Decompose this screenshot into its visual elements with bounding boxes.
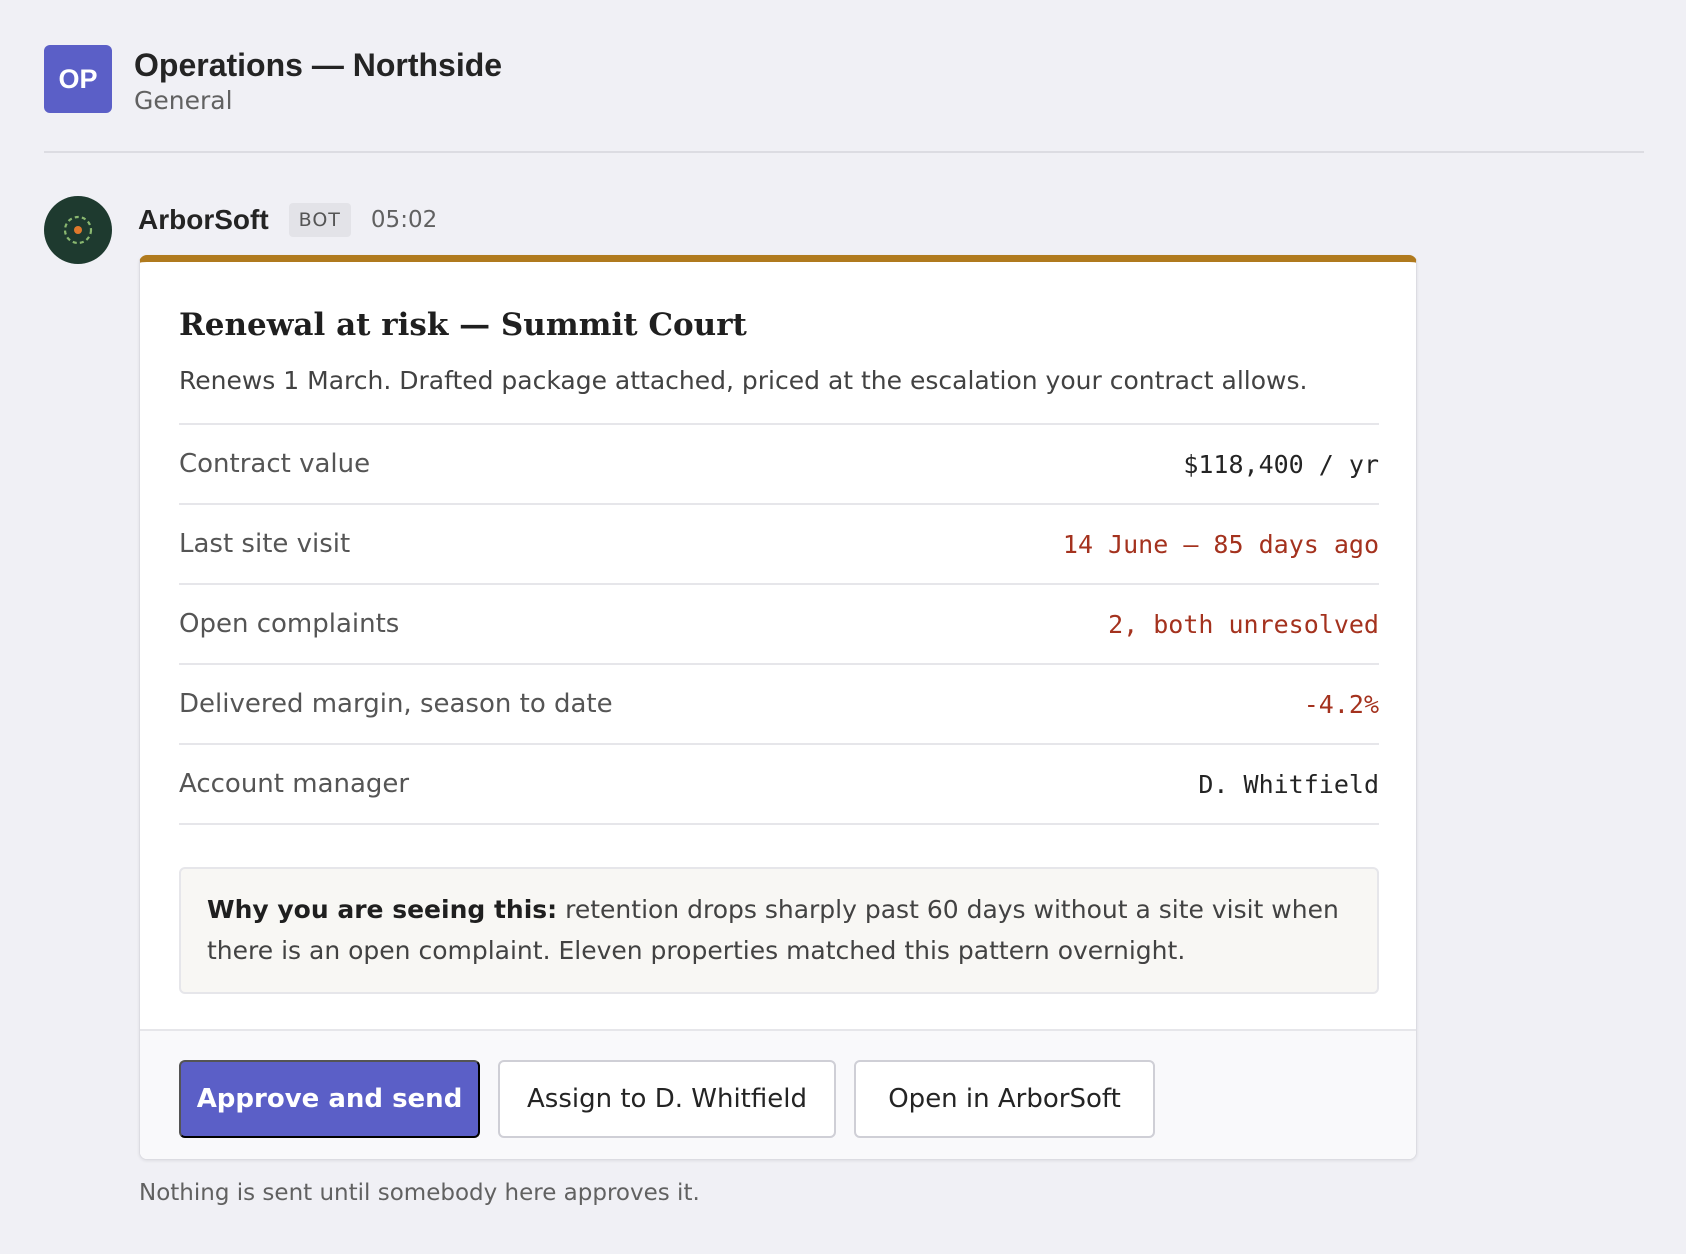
fact-row-account-manager: Account manager D. Whitfield [179,745,1379,825]
fact-value: -4.2% [1303,689,1379,719]
bot-avatar[interactable] [44,196,112,264]
fact-label: Delivered margin, season to date [179,689,613,719]
fact-label: Last site visit [179,529,351,559]
fact-row-open-complaints: Open complaints 2, both unresolved [179,585,1379,665]
open-in-arborsoft-button[interactable]: Open in ArborSoft [854,1060,1155,1138]
fact-value: 14 June — 85 days ago [1062,529,1379,559]
fact-value: $118,400 / yr [1183,449,1379,479]
channel-name[interactable]: General [134,86,233,115]
target-icon [63,215,93,245]
action-bar: Approve and send Assign to D. Whitfield … [140,1029,1416,1159]
message-header: ArborSoft BOT 05:02 [138,200,437,240]
channel-header: OP Operations — Northside General [44,45,1644,153]
team-title: Operations — Northside [134,47,503,83]
note-lead: Why you are seeing this: [207,895,558,924]
fact-row-last-site-visit: Last site visit 14 June — 85 days ago [179,505,1379,585]
fact-label: Open complaints [179,609,400,639]
card-title: Renewal at risk — Summit Court [179,307,747,343]
approve-and-send-button[interactable]: Approve and send [179,1060,480,1138]
fact-value: D. Whitfield [1198,769,1379,799]
fact-table: Contract value $118,400 / yr Last site v… [179,423,1379,825]
fact-value: 2, both unresolved [1108,609,1379,639]
fact-label: Contract value [179,449,371,479]
fact-label: Account manager [179,769,410,799]
approval-footnote: Nothing is sent until somebody here appr… [139,1180,700,1206]
team-avatar[interactable]: OP [44,45,112,113]
fact-row-contract-value: Contract value $118,400 / yr [179,425,1379,505]
bot-badge: BOT [288,203,351,237]
sender-name[interactable]: ArborSoft [138,204,269,236]
fact-row-delivered-margin: Delivered margin, season to date -4.2% [179,665,1379,745]
message-timestamp: 05:02 [370,207,438,233]
renewal-card: Renewal at risk — Summit Court Renews 1 … [139,255,1417,1160]
explanation-note: Why you are seeing this: retention drops… [179,867,1379,994]
assign-button[interactable]: Assign to D. Whitfield [498,1060,836,1138]
card-subtitle: Renews 1 March. Drafted package attached… [179,366,1308,395]
